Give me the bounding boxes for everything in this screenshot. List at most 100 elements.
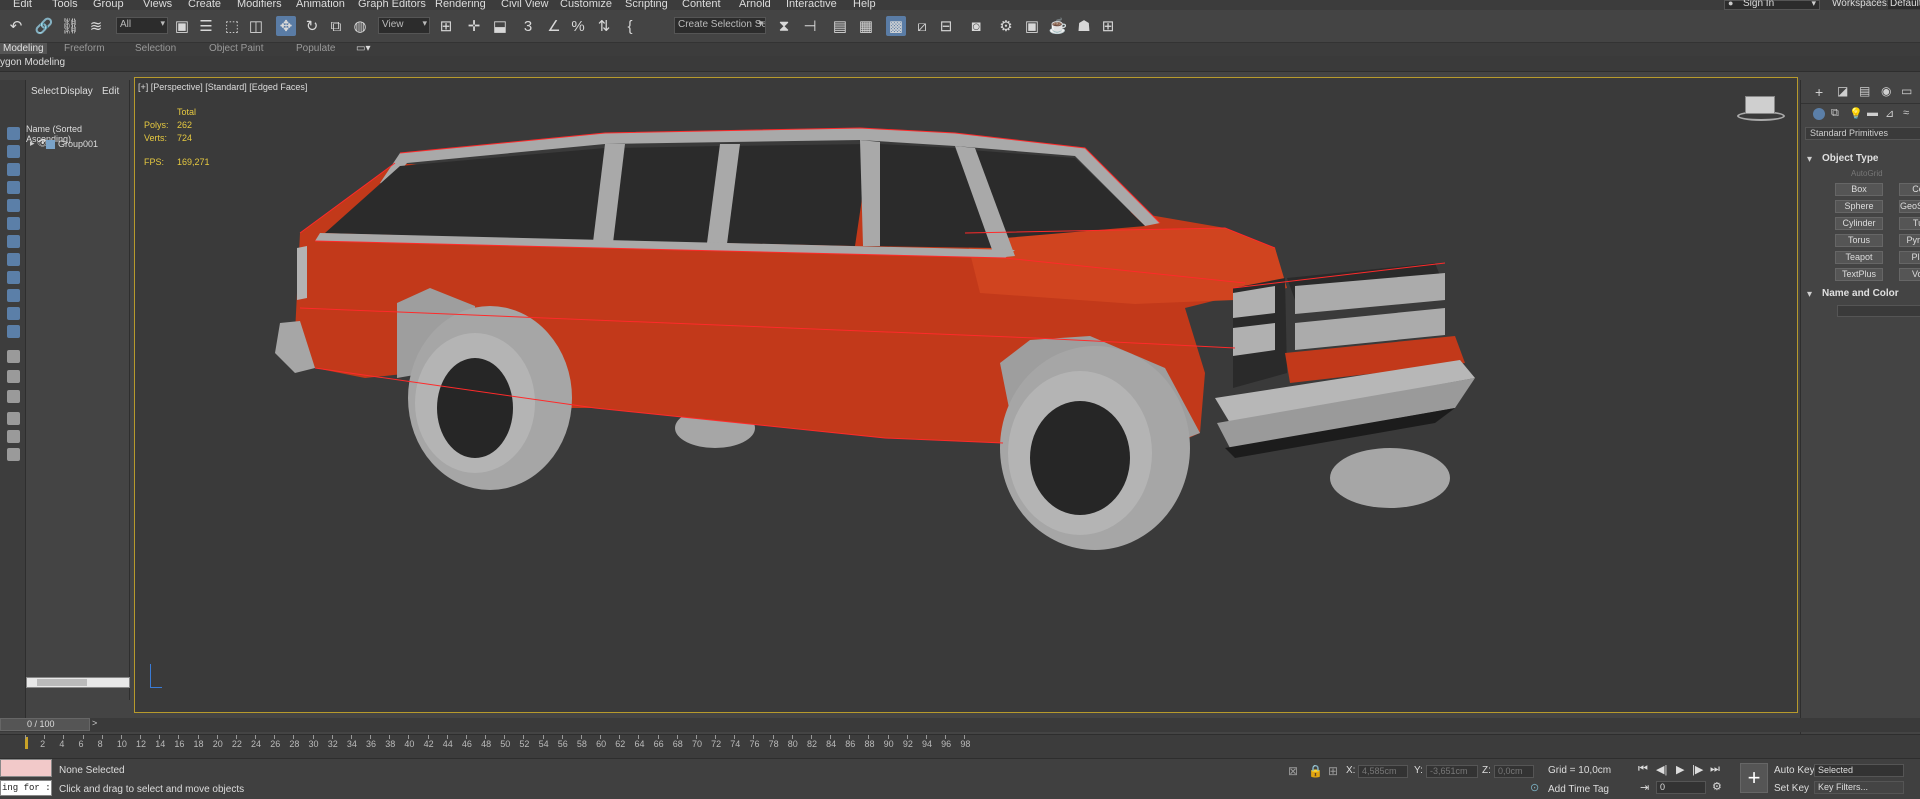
lights-icon[interactable]: 💡	[1849, 107, 1863, 120]
place-icon[interactable]: ◍	[350, 16, 370, 36]
go-to-end-icon[interactable]: ⏭	[1710, 763, 1720, 776]
scrollbar-thumb[interactable]	[37, 679, 87, 686]
maxscript-listener-pink[interactable]	[0, 759, 52, 777]
primitive-type-dropdown[interactable]: Standard Primitives	[1805, 127, 1920, 140]
filter-icon[interactable]	[7, 430, 20, 443]
collapse-arrow-icon[interactable]: ▾	[1807, 289, 1812, 300]
motion-tab-icon[interactable]: ◉	[1881, 84, 1891, 98]
menu-graph-editors[interactable]: Graph Editors	[358, 0, 426, 10]
menu-interactive[interactable]: Interactive	[786, 0, 837, 10]
menu-tools[interactable]: Tools	[52, 0, 78, 10]
expand-arrow-icon[interactable]: ▸	[30, 138, 35, 149]
display-spacewarps-icon[interactable]	[7, 217, 20, 230]
set-key-button[interactable]: Set Key	[1774, 783, 1809, 794]
track-bar[interactable]: 2 4 6 8 10 12 14 16 18 20 22 24 26 28 30 32 34 36 38 40 42 44…	[0, 734, 1920, 758]
bind-spacewarp-icon[interactable]: ≋	[86, 16, 106, 36]
selection-filter-dropdown[interactable]: All	[116, 17, 168, 34]
teapot-button[interactable]: Teapot	[1835, 251, 1883, 264]
modify-tab-icon[interactable]: ◪	[1837, 84, 1848, 98]
absolute-mode-icon[interactable]: ⊞	[1328, 764, 1338, 778]
display-children-icon[interactable]	[7, 350, 20, 363]
tab-object-paint[interactable]: Object Paint	[209, 43, 263, 54]
display-frozen-icon[interactable]	[7, 307, 20, 320]
key-mode-toggle-icon[interactable]: ⇥	[1640, 781, 1649, 794]
select-scale-icon[interactable]: ⧉	[326, 16, 346, 36]
select-move-icon[interactable]: ✥	[276, 16, 296, 36]
sign-in-dropdown[interactable]: ● Sign In ▾	[1724, 0, 1820, 10]
spinner-snap-icon[interactable]: ⇅	[594, 16, 614, 36]
snaps-toggle-icon[interactable]: 3	[518, 16, 538, 36]
menu-edit[interactable]: Edit	[13, 0, 32, 10]
z-coordinate-field[interactable]: 0,0cm	[1494, 765, 1534, 778]
align-icon[interactable]: ⊣	[800, 16, 820, 36]
tab-edit[interactable]: Edit	[102, 86, 119, 97]
polygon-modeling-label[interactable]: ygon Modeling	[0, 57, 65, 68]
object-type-title[interactable]: Object Type	[1822, 153, 1879, 164]
display-geometry-icon[interactable]	[7, 145, 20, 158]
cone-button[interactable]: Cone	[1899, 183, 1920, 196]
plane-button[interactable]: Plane	[1899, 251, 1920, 264]
ribbon-options-icon[interactable]: ▭▾	[356, 43, 370, 54]
select-manipulate-icon[interactable]: ✛	[464, 16, 484, 36]
display-hidden-icon[interactable]	[7, 325, 20, 338]
curve-editor-icon[interactable]: ⧄	[912, 16, 932, 36]
toggle-ribbon-icon[interactable]: ▩	[886, 16, 906, 36]
menu-modifiers[interactable]: Modifiers	[237, 0, 282, 10]
tab-selection[interactable]: Selection	[135, 43, 176, 54]
display-cameras-icon[interactable]	[7, 181, 20, 194]
render-production-icon[interactable]: ☕	[1048, 16, 1068, 36]
schematic-view-icon[interactable]: ⊟	[936, 16, 956, 36]
scene-explorer-toggle-icon[interactable]: ▤	[830, 16, 850, 36]
menu-civil-view[interactable]: Civil View	[501, 0, 548, 10]
menu-create[interactable]: Create	[188, 0, 221, 10]
layer-explorer-icon[interactable]: ▦	[856, 16, 876, 36]
previous-frame-icon[interactable]: ◀|	[1656, 763, 1667, 776]
select-rotate-icon[interactable]: ↻	[302, 16, 322, 36]
pivot-center-icon[interactable]: ⊞	[436, 16, 456, 36]
viewport-perspective[interactable]: [+] [Perspective] [Standard] [Edged Face…	[134, 77, 1798, 713]
viewcube-icon[interactable]	[1731, 86, 1787, 126]
helpers-icon[interactable]: ⊿	[1885, 107, 1894, 120]
render-iterative-icon[interactable]: ☗	[1074, 16, 1094, 36]
auto-key-button[interactable]: Auto Key	[1774, 765, 1815, 776]
autogrid-checkbox[interactable]: AutoGrid	[1851, 169, 1883, 178]
menu-rendering[interactable]: Rendering	[435, 0, 486, 10]
link-icon[interactable]: 🔗	[34, 16, 54, 36]
maxscript-mini-listener[interactable]: ing for :	[0, 780, 52, 796]
shapes-icon[interactable]: ⧉	[1831, 107, 1839, 120]
menu-group[interactable]: Group	[93, 0, 124, 10]
isolate-selection-icon[interactable]: ⊠	[1288, 764, 1298, 778]
menu-scripting[interactable]: Scripting	[625, 0, 668, 10]
object-name-input[interactable]	[1837, 305, 1920, 317]
lock-icon[interactable]	[7, 448, 20, 461]
key-filters-button[interactable]: Key Filters...	[1814, 781, 1904, 794]
name-and-color-title[interactable]: Name and Color	[1822, 288, 1899, 299]
create-tab-icon[interactable]: +	[1815, 84, 1823, 100]
menu-animation[interactable]: Animation	[296, 0, 345, 10]
geometry-icon[interactable]	[1813, 108, 1825, 120]
sort-icon[interactable]	[7, 412, 20, 425]
select-object-icon[interactable]: ▣	[172, 16, 192, 36]
rendered-frame-window-icon[interactable]: ▣	[1022, 16, 1042, 36]
material-editor-icon[interactable]: ◙	[966, 16, 986, 36]
tube-button[interactable]: Tube	[1899, 217, 1920, 230]
unlink-icon[interactable]: ⛓	[60, 16, 80, 36]
go-to-start-icon[interactable]: ⏮	[1638, 763, 1648, 776]
rectangular-selection-icon[interactable]: ⬚	[222, 16, 242, 36]
cylinder-button[interactable]: Cylinder	[1835, 217, 1883, 230]
time-slider-thumb[interactable]: 0 / 100	[0, 718, 90, 731]
window-crossing-icon[interactable]: ◫	[246, 16, 266, 36]
collapse-arrow-icon[interactable]: ▾	[1807, 154, 1812, 165]
next-frame-icon[interactable]: |▶	[1692, 763, 1703, 776]
angle-snap-icon[interactable]: ∠	[544, 16, 564, 36]
display-helpers-icon[interactable]	[7, 199, 20, 212]
keyboard-shortcut-override-icon[interactable]: ⬓	[490, 16, 510, 36]
horizontal-scrollbar[interactable]	[26, 677, 130, 688]
tab-display[interactable]: Display	[60, 86, 93, 97]
display-tab-icon[interactable]: ▭	[1901, 84, 1912, 98]
menu-content[interactable]: Content	[682, 0, 721, 10]
menu-help[interactable]: Help	[853, 0, 876, 10]
car-model[interactable]	[135, 78, 1797, 712]
menu-arnold[interactable]: Arnold	[739, 0, 771, 10]
torus-button[interactable]: Torus	[1835, 234, 1883, 247]
